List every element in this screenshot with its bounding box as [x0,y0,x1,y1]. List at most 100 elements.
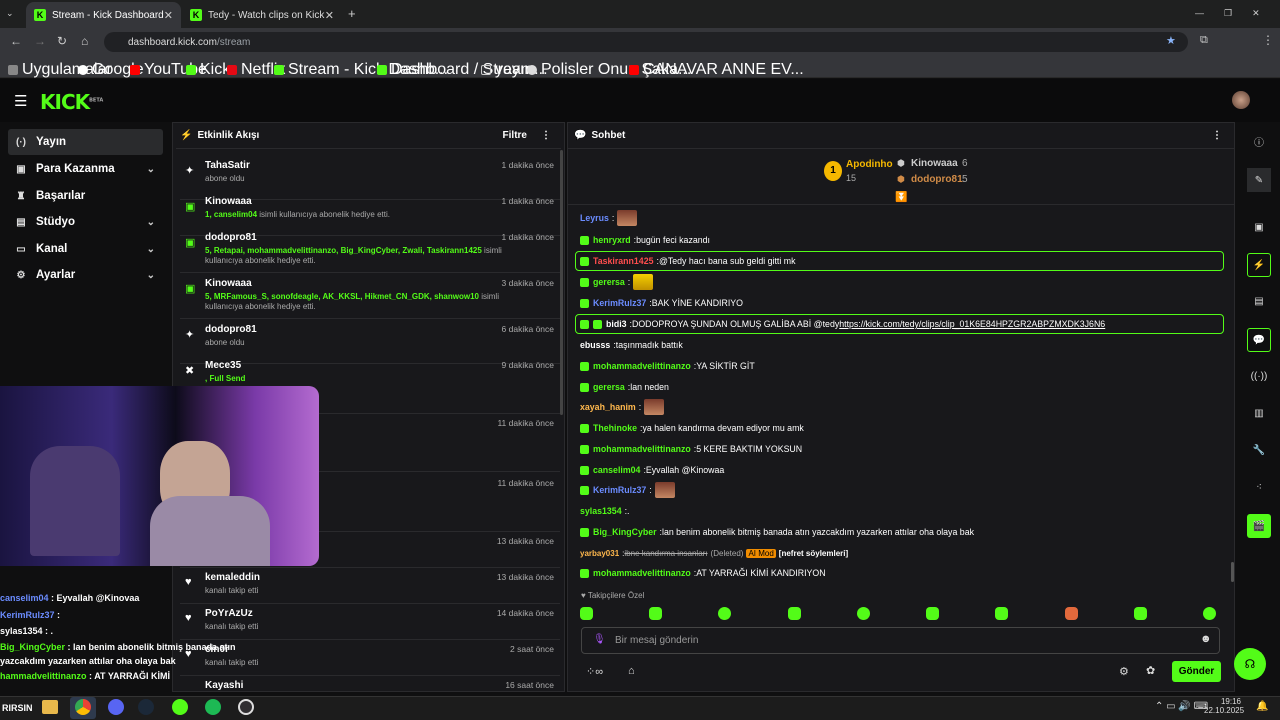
chat-message[interactable]: mohammadvelittinanzo: 5 KERE BAKTIM YOKS… [580,442,802,456]
chat-message[interactable]: canselim04: Eyvallah @Kinowaa [580,463,724,477]
home-icon[interactable]: ⌂ [81,34,88,48]
edit-pencil-icon[interactable]: ✎ [1247,168,1271,192]
tab-search-icon[interactable]: ⌄ [6,8,14,19]
microphone-icon[interactable]: 🎙 [593,634,606,645]
new-tab-icon[interactable]: + [348,6,356,21]
chat-message[interactable]: KerimRulz37: [580,482,675,498]
chat-username[interactable]: gerersa [593,382,625,392]
emote-menu-icon[interactable]: ✿ [1146,664,1155,677]
sidebar-item-studyo[interactable]: ▤ Stüdyo ⌄ [8,209,163,235]
scroll-down-icon[interactable]: ⏬ [895,192,907,203]
top-gifter-name[interactable]: dodopro81 [911,174,963,185]
window-controls[interactable]: —❐✕ [1195,8,1280,19]
chat-message[interactable]: KerimRulz37: BAK YİNE KANDIRIYO [580,296,743,310]
chat-username[interactable]: mohammadvelittinanzo [593,568,691,578]
store-icon[interactable]: ⌂ [628,665,635,677]
chat-message[interactable]: Taskirann1425: @Tedy hacı bana sub geldi… [580,254,796,268]
top-gifter-name[interactable]: Kinowaaa [911,158,958,169]
close-tab-icon[interactable]: ✕ [325,9,334,22]
top-gifter-name[interactable]: Apodinho [846,159,893,170]
sidebar-item-yayin[interactable]: (·) Yayın [8,129,163,155]
sidebar-item-kanal[interactable]: ▭ Kanal ⌄ [8,236,163,262]
emote-button[interactable] [580,606,593,620]
chat-message[interactable]: gerersa: [580,274,654,290]
chat-tools-icon[interactable]: ⁘∞ [586,665,603,678]
chrome-icon[interactable] [75,699,91,715]
menu-kebab-icon[interactable]: ⋮ [1262,33,1274,47]
kick-logo[interactable]: KICKBETA [40,90,103,114]
chat-username[interactable]: gerersa [593,277,625,287]
kebab-icon[interactable]: ⋮ [541,130,551,141]
chat-username[interactable]: KerimRulz37 [593,298,646,308]
chat-username[interactable]: canselim04 [593,465,640,475]
nodes-icon[interactable]: ⁖ [1250,478,1268,496]
kick-app-icon[interactable] [172,699,188,715]
bookmark-canavar[interactable]: CANAVAR ANNE EV... [629,61,804,79]
emote-button[interactable] [649,606,663,620]
chat-message[interactable]: ebusss: taşınmadık battık [580,338,683,352]
hamburger-menu-icon[interactable]: ☰ [14,92,27,110]
filter-button[interactable]: Filtre [503,130,527,141]
notification-bell-icon[interactable]: 🔔 [1256,701,1268,712]
document-icon[interactable]: ▤ [1250,292,1268,310]
chat-message[interactable]: yarbay031: ibne kandırma insanları (Delet… [580,546,848,560]
chat-message[interactable]: henryxrd: bugün feci kazandı [580,233,710,247]
support-chat-icon[interactable]: ☊ [1234,648,1266,680]
chat-toggle-icon[interactable]: 💬 [1247,328,1271,352]
chat-username[interactable]: Big_KingCyber [593,527,657,537]
file-explorer-icon[interactable] [42,700,58,714]
scrollbar[interactable] [560,150,563,415]
send-button[interactable]: Gönder [1172,661,1221,682]
chat-message[interactable]: gerersa: lan neden [580,380,669,394]
steam-icon[interactable] [138,699,154,715]
reload-icon[interactable]: ↻ [57,34,67,48]
extensions-icon[interactable]: ⧉ [1200,34,1208,47]
chat-username[interactable]: xayah_hanim [580,402,636,412]
chat-message[interactable]: mohammadvelittinanzo: YA SİKTİR GİT [580,359,755,373]
chat-message[interactable]: mohammadvelittinanzo: AT YARRAĞI KİMİ KA… [580,566,826,580]
sidebar-item-basarilar[interactable]: ♜ Başarılar [8,183,163,209]
chat-username[interactable]: yarbay031 [580,549,619,558]
chat-message[interactable]: Thehinoke: ya halen kandırma devam ediyo… [580,421,804,435]
kebab-icon[interactable]: ⋮ [1212,130,1222,141]
emote-button[interactable] [1202,606,1216,620]
bookmark-folder-yayin[interactable]: yayın [481,61,533,79]
chat-username[interactable]: Thehinoke [593,423,637,433]
emote-button[interactable] [1133,606,1147,620]
forward-icon[interactable]: → [34,34,46,48]
wrench-icon[interactable]: 🔧 [1250,441,1268,459]
chat-username[interactable]: sylas1354 [580,506,622,516]
bookmark-star-icon[interactable]: ★ [1166,34,1176,47]
chat-message[interactable]: Big_KingCyber: lan benim abonelik bitmiş… [580,525,974,539]
chat-scrollbar[interactable] [1231,562,1234,582]
scan-icon[interactable]: ▣ [1250,218,1268,236]
chat-message[interactable]: bidi3: DODOPROYA ŞUNDAN OLMUŞ GALİBA ABİ… [580,317,1105,331]
obs-icon[interactable] [238,699,254,715]
settings-gear-icon[interactable]: ⚙ [1119,665,1129,678]
clock[interactable]: 19:16 22.10.2025 [1204,697,1244,715]
emote-button[interactable] [718,606,732,620]
emote-button[interactable] [926,606,940,620]
chat-message[interactable]: Leyrus: [580,210,638,226]
user-avatar[interactable] [1232,91,1250,109]
tray-icons[interactable]: ⌃ ▭ 🔊 ⌨ [1155,701,1208,712]
chat-input-placeholder[interactable]: Bir mesaj gönderin [615,635,698,646]
emote-button[interactable] [856,606,870,620]
chat-username[interactable]: mohammadvelittinanzo [593,361,691,371]
chat-message[interactable]: sylas1354: . [580,504,630,518]
emote-button[interactable] [787,606,801,620]
emote-button[interactable] [1064,606,1078,620]
chat-message[interactable]: xayah_hanim: [580,399,665,415]
discord-icon[interactable] [108,699,124,715]
address-bar[interactable]: dashboard.kick.com/stream [104,32,1188,52]
close-tab-icon[interactable]: ✕ [164,9,173,22]
bookmark-kick[interactable]: Kick [186,61,230,79]
emoji-picker-icon[interactable]: ☻ [1200,633,1212,645]
spotify-icon[interactable] [205,699,221,715]
clapperboard-icon[interactable]: 🎬 [1247,514,1271,538]
chat-username[interactable]: bidi3 [606,319,627,329]
broadcast-icon[interactable]: ((·)) [1250,367,1268,385]
chat-username[interactable]: ebusss [580,340,610,350]
tab-tedy-clips[interactable]: K Tedy - Watch clips on Kick ✕ [182,2,342,28]
emote-button[interactable] [995,606,1009,620]
